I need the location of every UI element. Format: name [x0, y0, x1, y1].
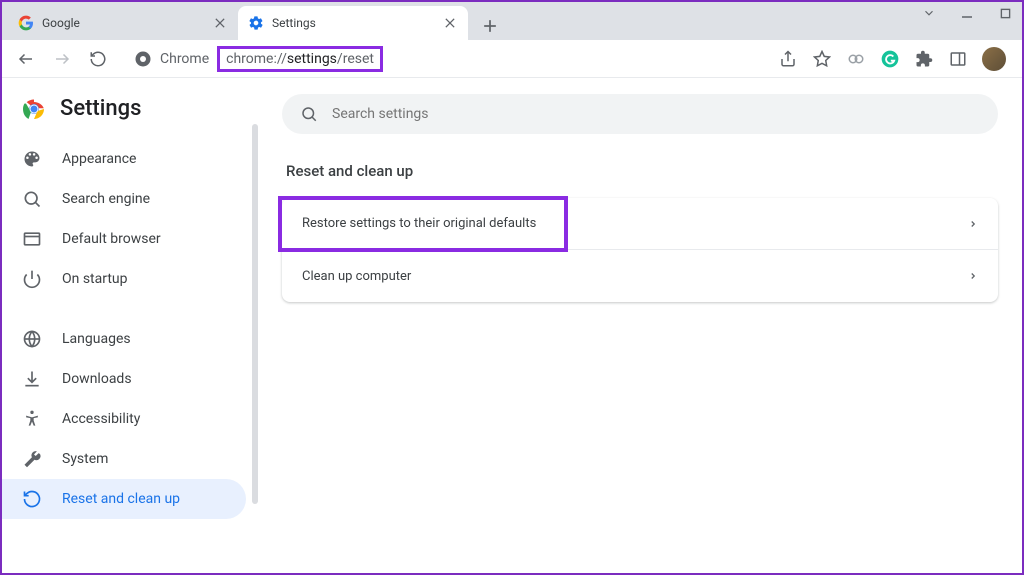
- download-icon: [22, 369, 42, 389]
- address-bar[interactable]: Chrome chrome://settings/reset: [124, 44, 768, 74]
- grammarly-icon[interactable]: [880, 49, 900, 69]
- sidebar-item-label: Default browser: [62, 231, 161, 247]
- power-icon: [22, 269, 42, 289]
- extensions-icon[interactable]: [914, 49, 934, 69]
- url-highlight-box: chrome://settings/reset: [217, 46, 383, 72]
- row-label: Clean up computer: [302, 269, 411, 284]
- sidebar-item-system[interactable]: System: [2, 439, 246, 479]
- sidebar-item-label: Downloads: [62, 371, 132, 387]
- minimize-icon[interactable]: [960, 6, 974, 20]
- sidebar-item-default-browser[interactable]: Default browser: [2, 219, 246, 259]
- palette-icon: [22, 149, 42, 169]
- tab-bar: Google Settings: [2, 2, 1022, 40]
- sidebar-item-label: Reset and clean up: [62, 491, 180, 507]
- main-panel: Reset and clean up Restore settings to t…: [258, 78, 1022, 573]
- browser-toolbar: Chrome chrome://settings/reset: [2, 40, 1022, 78]
- sidebar-item-label: Search engine: [62, 191, 150, 207]
- cleanup-computer-row[interactable]: Clean up computer: [282, 250, 998, 302]
- sidebar-item-label: On startup: [62, 271, 128, 287]
- tab-title: Google: [42, 16, 80, 30]
- sidebar-item-accessibility[interactable]: Accessibility: [2, 399, 246, 439]
- link-icon[interactable]: [846, 49, 866, 69]
- maximize-icon[interactable]: [998, 6, 1012, 20]
- sidebar-item-label: Languages: [62, 331, 131, 347]
- url-prefix-label: Chrome: [160, 51, 209, 67]
- tab-google[interactable]: Google: [8, 6, 238, 40]
- close-icon[interactable]: [442, 15, 458, 31]
- sidebar-item-label: Accessibility: [62, 411, 140, 427]
- back-button[interactable]: [10, 43, 42, 75]
- sidebar-item-downloads[interactable]: Downloads: [2, 359, 246, 399]
- highlight-annotation: Restore settings to their original defau…: [278, 196, 568, 252]
- chevron-right-icon: [968, 271, 978, 281]
- reload-button[interactable]: [82, 43, 114, 75]
- new-tab-button[interactable]: [476, 12, 504, 40]
- search-settings-input[interactable]: [332, 106, 980, 122]
- sidebar-item-label: System: [62, 451, 108, 467]
- star-icon[interactable]: [812, 49, 832, 69]
- wrench-icon: [22, 449, 42, 469]
- scrollbar[interactable]: [252, 124, 258, 504]
- url-text: chrome://settings/reset: [226, 51, 374, 67]
- globe-icon: [22, 329, 42, 349]
- chevron-right-icon: [968, 219, 998, 229]
- sidebar-item-languages[interactable]: Languages: [2, 319, 246, 359]
- chevron-down-icon[interactable]: [922, 6, 936, 20]
- forward-button[interactable]: [46, 43, 78, 75]
- row-label: Restore settings to their original defau…: [302, 216, 536, 231]
- sidebar-item-search-engine[interactable]: Search engine: [2, 179, 246, 219]
- chrome-logo-icon: [22, 97, 46, 121]
- sidebar-item-appearance[interactable]: Appearance: [2, 139, 246, 179]
- sidebar-item-label: Appearance: [62, 151, 136, 167]
- settings-header: Settings: [2, 96, 258, 139]
- google-favicon-icon: [18, 15, 34, 31]
- sidebar-item-on-startup[interactable]: On startup: [2, 259, 246, 299]
- search-icon: [22, 189, 42, 209]
- side-panel-icon[interactable]: [948, 49, 968, 69]
- sidebar-item-reset[interactable]: Reset and clean up: [2, 479, 246, 519]
- profile-avatar[interactable]: [982, 47, 1006, 71]
- window-controls: [922, 6, 1012, 20]
- reset-card: Restore settings to their original defau…: [282, 198, 998, 302]
- close-icon[interactable]: [212, 15, 228, 31]
- browser-icon: [22, 229, 42, 249]
- restore-defaults-row[interactable]: Restore settings to their original defau…: [282, 198, 998, 250]
- content: Settings Appearance Search engine Defaul…: [2, 78, 1022, 573]
- search-icon: [300, 105, 318, 123]
- settings-sidebar: Settings Appearance Search engine Defaul…: [2, 78, 258, 573]
- tab-title: Settings: [272, 16, 316, 30]
- tab-settings[interactable]: Settings: [238, 6, 468, 40]
- section-title: Reset and clean up: [282, 162, 998, 180]
- chrome-badge-icon: [134, 50, 152, 68]
- accessibility-icon: [22, 409, 42, 429]
- search-settings-box[interactable]: [282, 94, 998, 134]
- toolbar-right: [778, 47, 1014, 71]
- settings-title: Settings: [60, 96, 141, 121]
- settings-gear-icon: [248, 15, 264, 31]
- reset-icon: [22, 489, 42, 509]
- share-icon[interactable]: [778, 49, 798, 69]
